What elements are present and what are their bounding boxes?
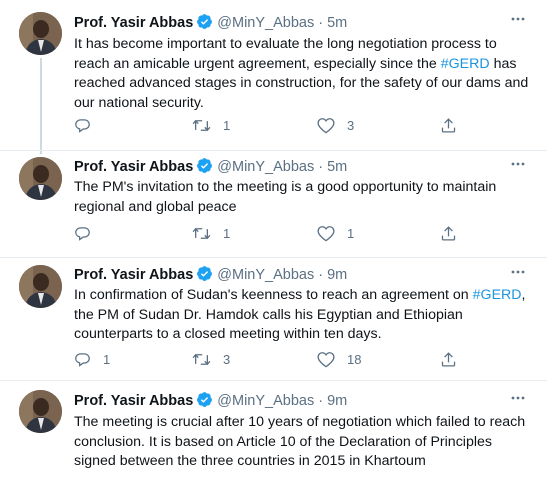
retweet-button[interactable]: 1 [192, 115, 230, 135]
like-icon [317, 351, 335, 367]
tweet-header: Prof. Yasir Abbas @MinY_Abbas · 5m [74, 13, 347, 35]
tweet-text-part: The PM's invitation to the meeting is a … [74, 179, 497, 215]
author-name[interactable]: Prof. Yasir Abbas [74, 15, 193, 31]
like-button[interactable]: 18 [317, 349, 361, 369]
share-icon [441, 117, 456, 133]
avatar[interactable] [19, 390, 62, 433]
timestamp[interactable]: 9m [327, 393, 347, 409]
tweet[interactable]: Prof. Yasir Abbas @MinY_Abbas · 9m The meet… [0, 381, 547, 480]
more-icon[interactable] [511, 387, 525, 405]
tweet[interactable]: Prof. Yasir Abbas @MinY_Abbas · 5m It has b… [0, 0, 547, 150]
tweet-text-part: It has become important to evaluate the … [74, 36, 497, 72]
avatar[interactable] [19, 157, 62, 200]
reply-button[interactable]: 1 [74, 349, 110, 369]
like-count: 3 [347, 117, 355, 133]
more-icon[interactable] [511, 8, 525, 26]
retweet-icon [192, 227, 211, 239]
hashtag-link[interactable]: #GERD [441, 56, 490, 72]
share-icon [441, 351, 456, 367]
retweet-count: 1 [223, 225, 231, 241]
like-icon [317, 117, 335, 133]
share-button[interactable] [440, 223, 457, 243]
like-icon [317, 225, 335, 241]
share-button[interactable] [440, 115, 457, 135]
author-name[interactable]: Prof. Yasir Abbas [74, 159, 193, 175]
tweet-actions: 1 3 [74, 115, 534, 135]
separator-dot: · [318, 159, 324, 175]
tweet-text: The PM's invitation to the meeting is a … [74, 178, 534, 217]
verified-badge-icon [196, 265, 213, 287]
author-handle[interactable]: @MinY_Abbas [217, 15, 314, 31]
avatar[interactable] [19, 265, 62, 308]
tweet-text-part: In confirmation of Sudan's keenness to r… [74, 287, 473, 303]
share-icon [441, 225, 456, 241]
like-button[interactable]: 1 [317, 223, 354, 243]
separator-dot: · [318, 267, 324, 283]
more-icon[interactable] [511, 261, 525, 279]
avatar[interactable] [19, 12, 62, 55]
like-button[interactable]: 3 [317, 115, 354, 135]
retweet-count: 1 [223, 117, 231, 133]
reply-count: 1 [103, 351, 111, 367]
tweet-actions: 1 1 [74, 223, 534, 243]
retweet-button[interactable]: 1 [192, 223, 230, 243]
tweet-text: It has become important to evaluate the … [74, 35, 534, 113]
timestamp[interactable]: 5m [327, 159, 347, 175]
tweet-text: The meeting is crucial after 10 years of… [74, 413, 534, 472]
share-button[interactable] [440, 349, 457, 369]
separator-dot: · [318, 393, 324, 409]
author-handle[interactable]: @MinY_Abbas [217, 393, 314, 409]
retweet-icon [192, 119, 211, 131]
verified-badge-icon [196, 157, 213, 179]
like-count: 18 [347, 351, 362, 367]
hashtag-link[interactable]: #GERD [473, 287, 522, 303]
timestamp[interactable]: 5m [327, 15, 347, 31]
reply-icon [75, 352, 90, 367]
verified-badge-icon [196, 13, 213, 35]
verified-badge-icon [196, 391, 213, 413]
reply-icon [75, 226, 90, 241]
retweet-button[interactable]: 3 [192, 349, 230, 369]
more-icon[interactable] [511, 153, 525, 171]
tweet-text-part: The meeting is crucial after 10 years of… [74, 414, 526, 469]
separator-dot: · [318, 15, 324, 31]
reply-icon [75, 118, 90, 133]
reply-button[interactable] [74, 115, 103, 135]
retweet-icon [192, 353, 211, 365]
tweet-header: Prof. Yasir Abbas @MinY_Abbas · 9m [74, 265, 347, 287]
author-name[interactable]: Prof. Yasir Abbas [74, 267, 193, 283]
timestamp[interactable]: 9m [327, 267, 347, 283]
tweet[interactable]: Prof. Yasir Abbas @MinY_Abbas · 5m The PM's… [0, 151, 547, 258]
reply-button[interactable] [74, 223, 103, 243]
like-count: 1 [347, 225, 355, 241]
retweet-count: 3 [223, 351, 231, 367]
tweet-header: Prof. Yasir Abbas @MinY_Abbas · 9m [74, 391, 347, 413]
author-handle[interactable]: @MinY_Abbas [217, 159, 314, 175]
author-name[interactable]: Prof. Yasir Abbas [74, 393, 193, 409]
tweet[interactable]: Prof. Yasir Abbas @MinY_Abbas · 9m In confi… [0, 258, 547, 381]
tweet-actions: 1 3 18 [74, 349, 534, 369]
tweet-text: In confirmation of Sudan's keenness to r… [74, 286, 534, 345]
tweet-header: Prof. Yasir Abbas @MinY_Abbas · 5m [74, 157, 347, 179]
author-handle[interactable]: @MinY_Abbas [217, 267, 314, 283]
